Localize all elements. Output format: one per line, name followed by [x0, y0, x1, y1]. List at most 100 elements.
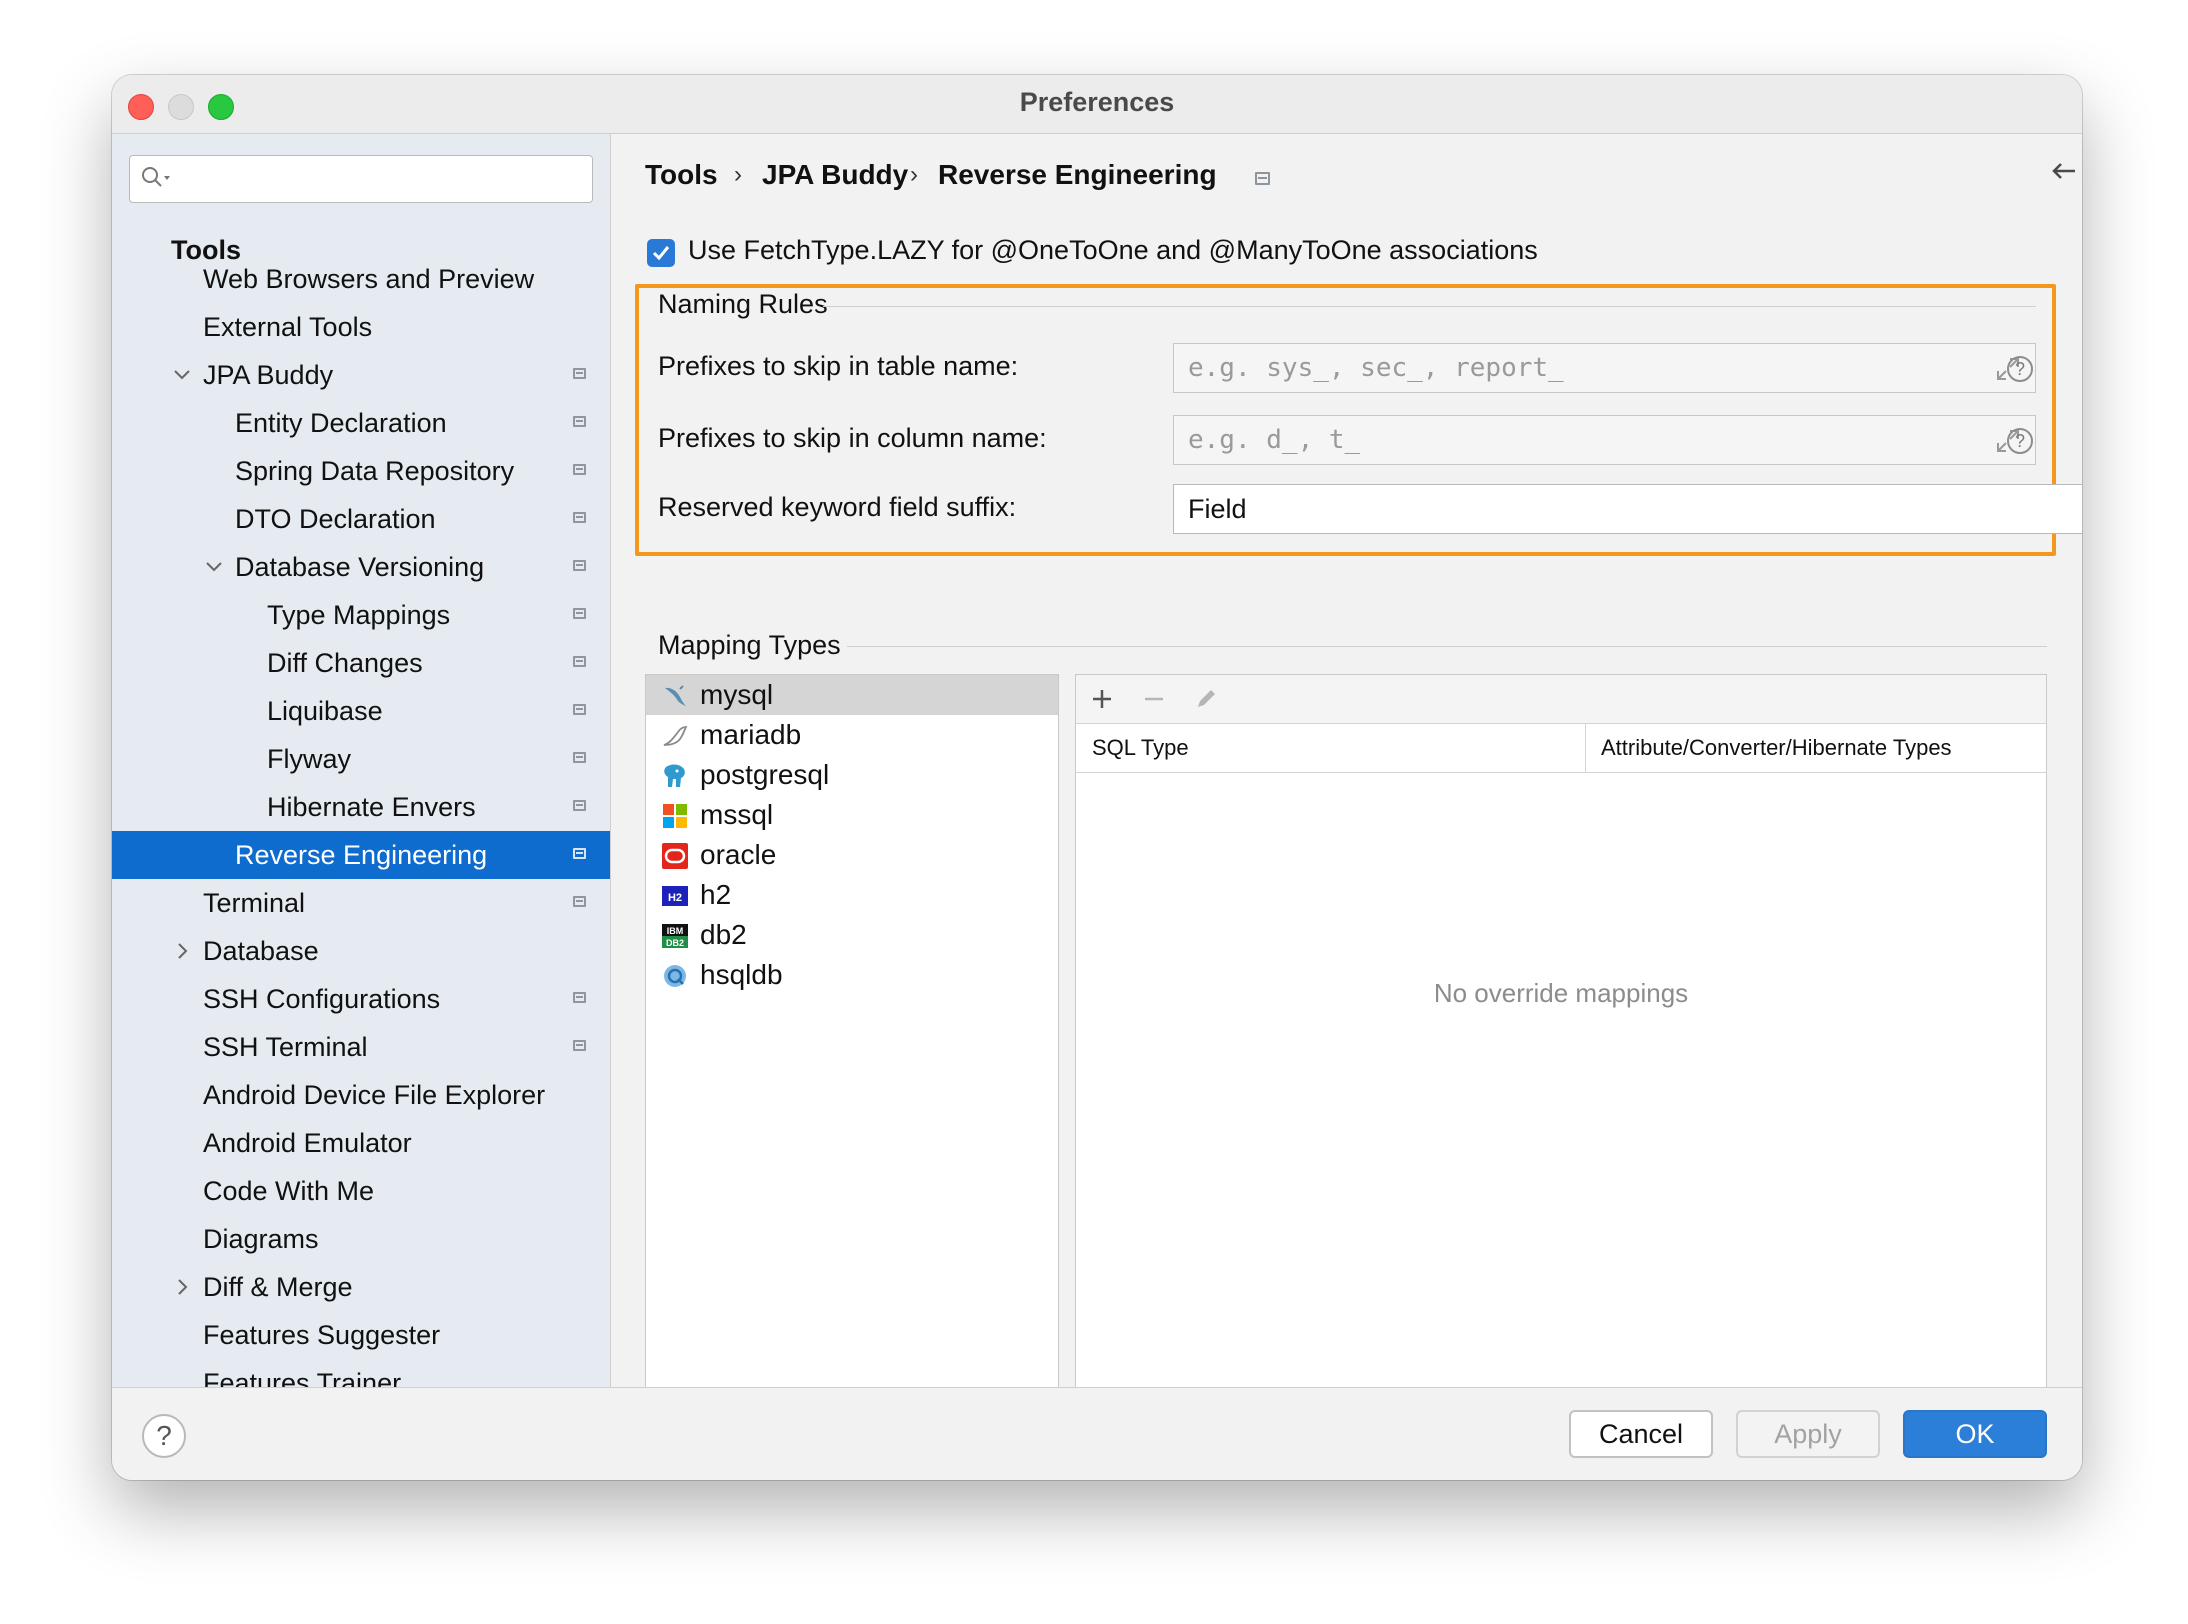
- keyword-suffix-input[interactable]: Field: [1173, 484, 2082, 534]
- db-item-mariadb[interactable]: mariadb: [646, 715, 1058, 755]
- sidebar-item-diagrams[interactable]: Diagrams: [112, 1215, 610, 1263]
- chevron-down-icon[interactable]: [202, 543, 226, 591]
- checkmark-icon: [652, 246, 670, 261]
- sidebar-item-type-mappings[interactable]: Type Mappings: [112, 591, 610, 639]
- title-bar: Preferences: [112, 75, 2082, 134]
- sidebar-item-dto-declaration[interactable]: DTO Declaration: [112, 495, 610, 543]
- empty-state-text: No override mappings: [1433, 978, 1689, 1008]
- mappings-table: SQL Type Attribute/Converter/Hibernate T…: [1075, 674, 2047, 1424]
- project-level-icon: [573, 1040, 586, 1051]
- sidebar-item-ssh-configurations[interactable]: SSH Configurations: [112, 975, 610, 1023]
- svg-text:H2: H2: [668, 892, 682, 904]
- sidebar-item-liquibase[interactable]: Liquibase: [112, 687, 610, 735]
- sidebar-item-spring-data-repository[interactable]: Spring Data Repository: [112, 447, 610, 495]
- db-item-postgresql[interactable]: postgresql: [646, 755, 1058, 795]
- project-level-icon: [573, 608, 586, 619]
- sidebar-item-jpa-buddy[interactable]: JPA Buddy: [112, 351, 610, 399]
- db-item-db2[interactable]: IBM DB2 db2: [646, 915, 1058, 955]
- search-input[interactable]: [129, 155, 593, 203]
- table-prefix-placeholder: e.g. sys_, sec_, report_: [1188, 353, 1564, 383]
- preferences-window: Preferences Tools Web Browsers and Previ…: [112, 75, 2082, 1480]
- column-attribute-types[interactable]: Attribute/Converter/Hibernate Types: [1601, 724, 1952, 772]
- sidebar-item-diff-changes[interactable]: Diff Changes: [112, 639, 610, 687]
- sidebar-item-reverse-engineering[interactable]: Reverse Engineering: [112, 831, 610, 879]
- add-icon[interactable]: [1088, 685, 1116, 713]
- dialog-footer: ? Cancel Apply OK: [112, 1387, 2082, 1480]
- table-prefix-input[interactable]: e.g. sys_, sec_, report_: [1173, 343, 2036, 393]
- edit-pencil-icon[interactable]: [1192, 685, 1220, 713]
- column-prefix-input[interactable]: e.g. d_, t_: [1173, 415, 2036, 465]
- sidebar-item-code-with-me[interactable]: Code With Me: [112, 1167, 610, 1215]
- sidebar-item-diff-merge[interactable]: Diff & Merge: [112, 1263, 610, 1311]
- mappings-toolbar: [1076, 675, 2046, 724]
- column-prefix-help-icon[interactable]: ?: [2007, 428, 2033, 454]
- breadcrumb-reverse-engineering: Reverse Engineering: [938, 159, 1217, 190]
- mssql-windows-icon: [663, 804, 687, 828]
- mariadb-seal-icon: [663, 726, 688, 746]
- db-item-h2[interactable]: H2 h2: [646, 875, 1058, 915]
- svg-text:IBM: IBM: [667, 926, 684, 936]
- lazy-fetch-label[interactable]: Use FetchType.LAZY for @OneToOne and @Ma…: [688, 235, 1538, 266]
- back-arrow-icon[interactable]: [2049, 156, 2079, 186]
- sidebar-item-external-tools[interactable]: External Tools: [112, 303, 610, 351]
- table-prefix-help-icon[interactable]: ?: [2007, 356, 2033, 382]
- project-level-icon: [573, 368, 586, 379]
- mappings-table-header: SQL Type Attribute/Converter/Hibernate T…: [1076, 724, 2046, 773]
- project-level-icon: [573, 752, 586, 763]
- db-item-hsqldb[interactable]: hsqldb: [646, 955, 1058, 995]
- sidebar-item-ssh-terminal[interactable]: SSH Terminal: [112, 1023, 610, 1071]
- db-item-mysql[interactable]: mysql: [646, 675, 1058, 715]
- project-level-icon: [573, 800, 586, 811]
- naming-rules-title: Naming Rules: [658, 289, 828, 319]
- apply-button[interactable]: Apply: [1736, 1410, 1880, 1458]
- mapping-types-separator: [847, 646, 2047, 647]
- column-divider: [1585, 724, 1586, 772]
- settings-sidebar: Tools Web Browsers and Preview External …: [112, 134, 611, 1387]
- cancel-button[interactable]: Cancel: [1569, 1410, 1713, 1458]
- chevron-right-icon[interactable]: [170, 1263, 194, 1311]
- ok-button[interactable]: OK: [1903, 1410, 2047, 1458]
- project-level-icon: [573, 896, 586, 907]
- breadcrumb-separator: ›: [734, 161, 742, 188]
- naming-rules-separator: [823, 306, 2036, 307]
- lazy-fetch-checkbox[interactable]: [647, 239, 675, 267]
- window-title: Preferences: [1019, 87, 1175, 117]
- breadcrumb-jpa-buddy[interactable]: JPA Buddy: [762, 159, 908, 191]
- project-level-icon: [1255, 172, 1270, 185]
- mapping-types-title: Mapping Types: [658, 630, 841, 660]
- project-level-icon: [573, 512, 586, 523]
- sidebar-item-terminal[interactable]: Terminal: [112, 879, 610, 927]
- project-level-icon: [573, 416, 586, 427]
- postgresql-elephant-icon: [664, 764, 685, 787]
- database-list: mysql mariadb postgresql mssql oracle H2…: [645, 674, 1059, 1424]
- sidebar-item-database[interactable]: Database: [112, 927, 610, 975]
- sidebar-item-android-device-file-explorer[interactable]: Android Device File Explorer: [112, 1071, 610, 1119]
- sidebar-item-entity-declaration[interactable]: Entity Declaration: [112, 399, 610, 447]
- column-prefix-placeholder: e.g. d_, t_: [1188, 425, 1361, 455]
- chevron-down-icon[interactable]: [170, 351, 194, 399]
- chevron-right-icon[interactable]: [170, 927, 194, 975]
- svg-text:DB2: DB2: [666, 938, 684, 948]
- breadcrumb-tools[interactable]: Tools: [645, 159, 718, 191]
- h2-icon: H2: [662, 886, 688, 906]
- sidebar-item-flyway[interactable]: Flyway: [112, 735, 610, 783]
- sidebar-item-android-emulator[interactable]: Android Emulator: [112, 1119, 610, 1167]
- help-button[interactable]: ?: [142, 1414, 186, 1458]
- db-item-mssql[interactable]: mssql: [646, 795, 1058, 835]
- sidebar-item-features-suggester[interactable]: Features Suggester: [112, 1311, 610, 1359]
- column-sql-type[interactable]: SQL Type: [1092, 724, 1189, 772]
- remove-icon[interactable]: [1140, 685, 1168, 713]
- sidebar-item-features-trainer[interactable]: Features Trainer: [112, 1359, 610, 1387]
- project-level-icon: [573, 656, 586, 667]
- db-item-oracle[interactable]: oracle: [646, 835, 1058, 875]
- mysql-dolphin-icon: [665, 685, 686, 706]
- breadcrumb-separator: ›: [910, 161, 918, 188]
- sidebar-item-web-browsers[interactable]: Web Browsers and Preview: [112, 255, 610, 303]
- project-level-icon: [573, 848, 586, 859]
- sidebar-item-database-versioning[interactable]: Database Versioning: [112, 543, 610, 591]
- sidebar-item-hibernate-envers[interactable]: Hibernate Envers: [112, 783, 610, 831]
- keyword-suffix-value: Field: [1188, 494, 1247, 524]
- keyword-suffix-label: Reserved keyword field suffix:: [658, 492, 1017, 522]
- oracle-icon: [662, 843, 688, 869]
- search-icon: [142, 167, 170, 187]
